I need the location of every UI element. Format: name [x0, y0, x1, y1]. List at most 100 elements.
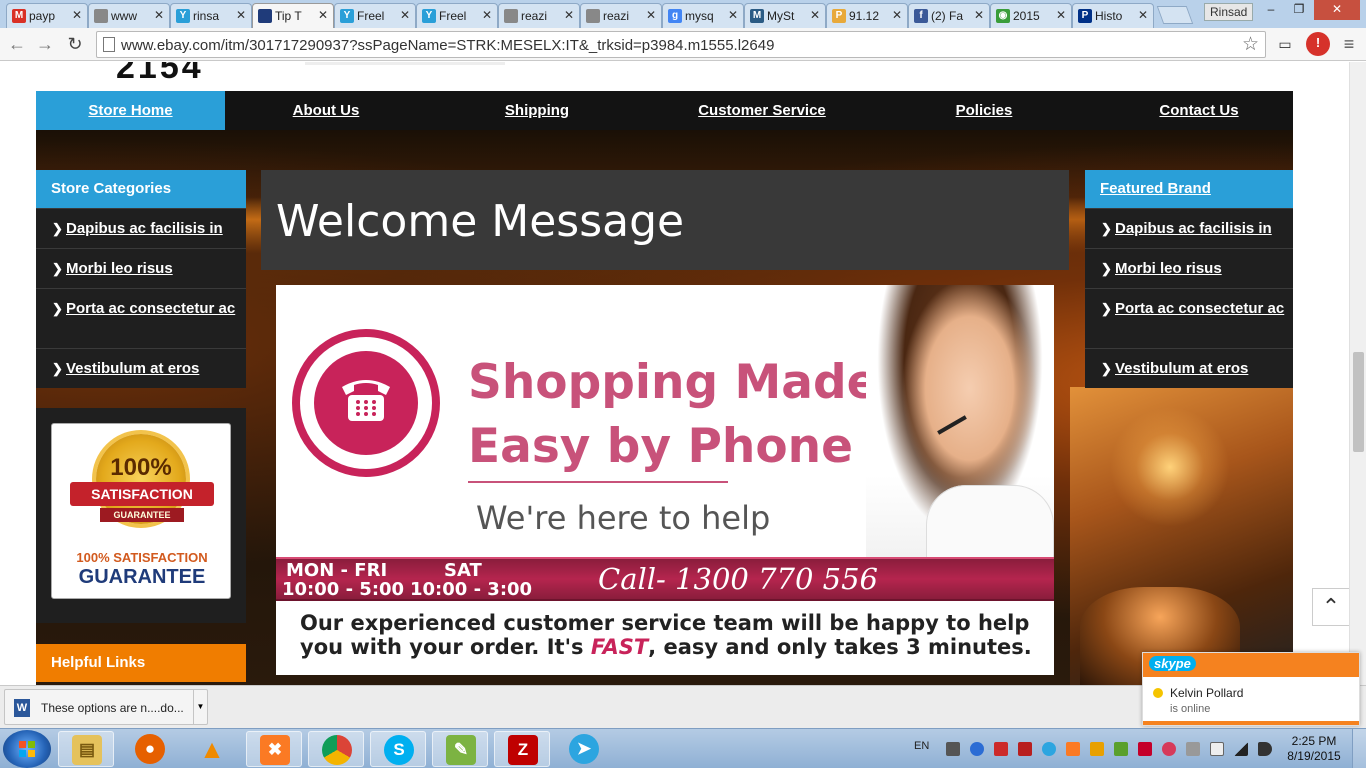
taskbar-xampp[interactable]: ✖	[246, 731, 302, 767]
featured-label[interactable]: Porta ac consectetur ac	[1115, 300, 1284, 317]
download-menu-caret-icon[interactable]: ▼	[193, 690, 207, 724]
download-item[interactable]: W These options are n....do... ▼	[4, 689, 208, 725]
xampp-tray-icon[interactable]	[1066, 742, 1080, 756]
browser-tab[interactable]: reazi ✕	[580, 3, 662, 28]
taskbar-firefox[interactable]: ●	[122, 731, 178, 767]
tab-close-icon[interactable]: ✕	[728, 8, 738, 22]
browser-tab[interactable]: ◉ 2015 ✕	[990, 3, 1072, 28]
bluetooth-icon[interactable]	[970, 742, 984, 756]
menu-icon[interactable]: ≡	[1338, 33, 1360, 55]
tab-close-icon[interactable]: ✕	[236, 8, 246, 22]
featured-label[interactable]: Morbi leo risus	[1115, 260, 1222, 277]
nav-policies[interactable]: Policies	[934, 91, 1034, 130]
tab-close-icon[interactable]: ✕	[974, 8, 984, 22]
tab-close-icon[interactable]: ✕	[564, 8, 574, 22]
browser-tab[interactable]: P 91.12 ✕	[826, 3, 908, 28]
tab-close-icon[interactable]: ✕	[892, 8, 902, 22]
browser-tab[interactable]: g mysq ✕	[662, 3, 744, 28]
nav-customer-service[interactable]: Customer Service	[682, 91, 842, 130]
category-item[interactable]: ❯ Vestibulum at eros	[36, 348, 246, 388]
tab-close-icon[interactable]: ✕	[400, 8, 410, 22]
tab-close-icon[interactable]: ✕	[72, 8, 82, 22]
vertical-scrollbar[interactable]	[1349, 62, 1366, 685]
system-clock[interactable]: 2:25 PM 8/19/2015	[1286, 734, 1342, 764]
network-signal-icon[interactable]	[1234, 742, 1248, 756]
browser-tab[interactable]: Y Freel ✕	[416, 3, 498, 28]
category-item[interactable]: ❯ Dapibus ac facilisis in	[36, 208, 246, 248]
device-tray-icon[interactable]	[1210, 742, 1224, 756]
minimize-button[interactable]: –	[1258, 0, 1284, 20]
pdf-tool-icon[interactable]	[1018, 742, 1032, 756]
category-item[interactable]: ❯ Morbi leo risus	[36, 248, 246, 288]
language-indicator[interactable]: EN	[914, 740, 929, 752]
tab-close-icon[interactable]: ✕	[810, 8, 820, 22]
action-center-icon[interactable]	[1186, 742, 1200, 756]
check-tray-icon[interactable]	[1114, 742, 1128, 756]
taskbar-skype[interactable]: S	[370, 731, 426, 767]
nav-about-us[interactable]: About Us	[266, 91, 386, 130]
cast-icon[interactable]: ▭	[1274, 33, 1296, 55]
back-icon[interactable]: ←	[6, 33, 28, 55]
browser-tab[interactable]: reazi ✕	[498, 3, 580, 28]
browser-tab[interactable]: Y Freel ✕	[334, 3, 416, 28]
tab-close-icon[interactable]: ✕	[482, 8, 492, 22]
featured-item[interactable]: ❯ Morbi leo risus	[1085, 248, 1293, 288]
skype-notification[interactable]: skype Kelvin Pollard is online	[1142, 652, 1360, 726]
featured-brand-heading[interactable]: Featured Brand	[1085, 170, 1293, 208]
browser-tab[interactable]: Mpayp ✕	[6, 3, 88, 28]
browser-tab[interactable]: www ✕	[88, 3, 170, 28]
antivirus-icon[interactable]	[994, 742, 1008, 756]
tab-close-icon[interactable]: ✕	[646, 8, 656, 22]
player-tray-icon[interactable]	[1138, 742, 1152, 756]
featured-item[interactable]: ❯ Dapibus ac facilisis in	[1085, 208, 1293, 248]
telegram-tray-icon[interactable]	[1042, 742, 1056, 756]
extension-icon[interactable]: !	[1306, 32, 1330, 56]
featured-item[interactable]: ❯ Vestibulum at eros	[1085, 348, 1293, 388]
tray-app-icon[interactable]	[946, 742, 960, 756]
nav-shipping[interactable]: Shipping	[482, 91, 592, 130]
start-button[interactable]	[3, 730, 51, 768]
url-text[interactable]: www.ebay.com/itm/301717290937?ssPageName…	[121, 37, 774, 54]
taskbar-telegram[interactable]: ➤	[556, 731, 612, 767]
bookmark-star-icon[interactable]: ☆	[1242, 33, 1259, 56]
tab-close-icon[interactable]: ✕	[318, 8, 328, 22]
category-label[interactable]: Dapibus ac facilisis in	[66, 220, 223, 237]
featured-label[interactable]: Vestibulum at eros	[1115, 360, 1248, 377]
reload-icon[interactable]: ↻	[64, 33, 86, 55]
nav-store-home[interactable]: Store Home	[36, 91, 225, 130]
taskbar-vlc[interactable]: ▲	[184, 731, 240, 767]
maximize-button[interactable]: ❐	[1286, 0, 1312, 20]
taskbar-notepad[interactable]: ✎	[432, 731, 488, 767]
nav-contact-us[interactable]: Contact Us	[1144, 91, 1254, 130]
category-label[interactable]: Porta ac consectetur ac	[66, 300, 235, 317]
download-filename[interactable]: These options are n....do...	[41, 701, 184, 715]
store-logo[interactable]: 2154	[116, 62, 204, 87]
beats-tray-icon[interactable]	[1162, 742, 1176, 756]
featured-label[interactable]: Dapibus ac facilisis in	[1115, 220, 1272, 237]
browser-tab[interactable]: Tip T ✕	[252, 3, 334, 28]
taskbar-filezilla[interactable]: Z	[494, 731, 550, 767]
profile-button[interactable]: Rinsad	[1204, 3, 1254, 21]
featured-item[interactable]: ❯ Porta ac consectetur ac	[1085, 288, 1293, 348]
meter-tray-icon[interactable]	[1090, 742, 1104, 756]
show-desktop-button[interactable]	[1352, 729, 1366, 768]
browser-tab[interactable]: M MySt ✕	[744, 3, 826, 28]
category-label[interactable]: Vestibulum at eros	[66, 360, 199, 377]
category-label[interactable]: Morbi leo risus	[66, 260, 173, 277]
scrollbar-thumb[interactable]	[1353, 352, 1364, 452]
taskbar-chrome[interactable]	[308, 731, 364, 767]
tab-close-icon[interactable]: ✕	[1138, 8, 1148, 22]
tab-close-icon[interactable]: ✕	[1056, 8, 1066, 22]
forward-icon[interactable]: →	[34, 33, 56, 55]
volume-icon[interactable]	[1258, 742, 1272, 756]
scroll-to-top-button[interactable]: ⌃	[1312, 588, 1349, 626]
browser-tab[interactable]: P Histo ✕	[1072, 3, 1154, 28]
taskbar-explorer[interactable]: ▤	[58, 731, 114, 767]
new-tab-button[interactable]	[1156, 6, 1194, 24]
browser-tab[interactable]: f (2) Fa ✕	[908, 3, 990, 28]
category-item[interactable]: ❯ Porta ac consectetur ac	[36, 288, 246, 348]
browser-tab[interactable]: Yrinsa ✕	[170, 3, 252, 28]
close-window-button[interactable]: ✕	[1314, 0, 1360, 20]
tab-close-icon[interactable]: ✕	[154, 8, 164, 22]
address-bar[interactable]: www.ebay.com/itm/301717290937?ssPageName…	[96, 31, 1266, 58]
